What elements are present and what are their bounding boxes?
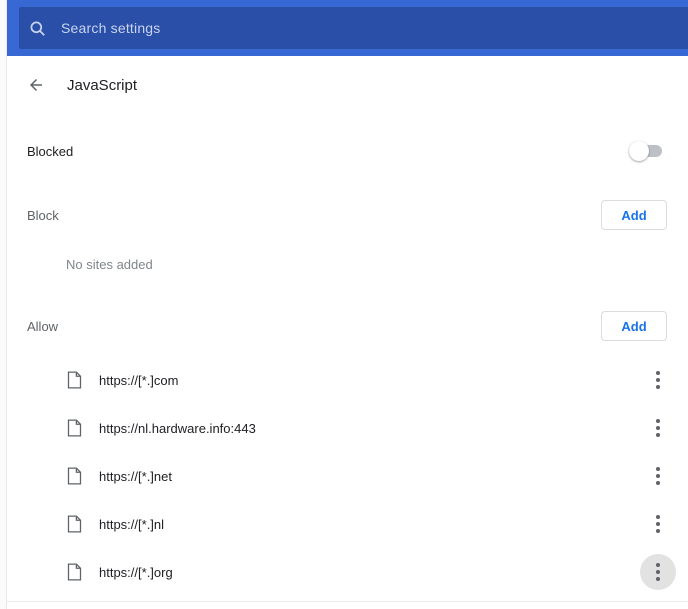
site-url: https://[*.]nl [99, 517, 640, 532]
block-section-label: Block [27, 208, 59, 223]
site-menu-button[interactable] [640, 506, 676, 542]
site-url: https://[*.]net [99, 469, 640, 484]
blocked-label: Blocked [27, 144, 73, 159]
site-menu-button[interactable] [640, 458, 676, 494]
allow-section-header: Allow Add [7, 296, 688, 356]
search-icon [28, 19, 47, 38]
more-vert-icon [656, 466, 660, 487]
subheader: JavaScript [7, 56, 688, 114]
more-vert-icon [656, 418, 660, 439]
site-menu-button-hovered[interactable] [640, 554, 676, 590]
document-icon [67, 515, 82, 533]
block-section-header: Block Add [7, 188, 688, 242]
document-icon [67, 371, 82, 389]
site-row: https://[*.]net [7, 452, 688, 500]
document-icon [67, 467, 82, 485]
more-vert-icon [656, 514, 660, 535]
document-icon [67, 563, 82, 581]
allow-section-label: Allow [27, 319, 58, 334]
main-panel: Search settings JavaScript Blocked [7, 0, 688, 609]
site-row: https://[*.]nl [7, 500, 688, 548]
more-vert-icon [656, 562, 660, 583]
site-url: https://[*.]com [99, 373, 640, 388]
allow-add-button[interactable]: Add [601, 311, 667, 341]
site-url: https://nl.hardware.info:443 [99, 421, 640, 436]
block-empty-row: No sites added [7, 242, 688, 286]
search-input[interactable]: Search settings [19, 7, 688, 49]
more-vert-icon [656, 370, 660, 391]
arrow-back-icon [27, 76, 45, 94]
page-title: JavaScript [67, 77, 137, 94]
back-button[interactable] [27, 76, 45, 94]
blocked-toggle[interactable] [629, 141, 663, 161]
document-icon [67, 419, 82, 437]
settings-page: Search settings JavaScript Blocked [0, 0, 688, 609]
toggle-knob [629, 141, 649, 161]
site-row: https://[*.]org [7, 548, 688, 596]
left-gutter [0, 0, 7, 609]
allow-site-list: https://[*.]com https://nl.hardware.info… [7, 356, 688, 596]
blocked-toggle-row: Blocked [7, 114, 688, 188]
site-row: https://[*.]com [7, 356, 688, 404]
site-row: https://nl.hardware.info:443 [7, 404, 688, 452]
site-menu-button[interactable] [640, 362, 676, 398]
card-bottom-divider [7, 601, 688, 602]
site-menu-button[interactable] [640, 410, 676, 446]
site-url: https://[*.]org [99, 565, 640, 580]
block-add-button[interactable]: Add [601, 200, 667, 230]
search-toolbar: Search settings [7, 0, 688, 56]
block-empty-text: No sites added [66, 257, 153, 272]
search-placeholder: Search settings [61, 20, 161, 36]
